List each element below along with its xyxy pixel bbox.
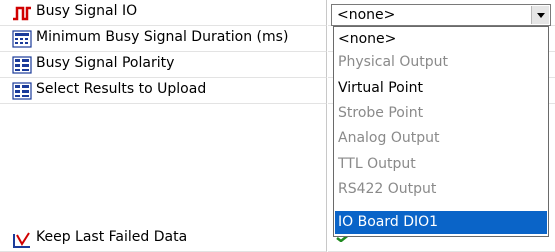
calculator-icon xyxy=(12,30,32,48)
property-label: Select Results to Upload xyxy=(36,81,207,97)
property-label: Busy Signal IO xyxy=(36,3,138,19)
list-icon xyxy=(12,56,32,74)
dropdown-option[interactable]: TTL Output xyxy=(335,153,547,176)
dropdown-option[interactable]: Analog Output xyxy=(335,127,547,150)
dropdown-option[interactable]: Strobe Point xyxy=(335,102,547,125)
pulse-icon xyxy=(13,6,31,21)
dropdown-option[interactable]: RS422 Output xyxy=(335,178,547,201)
chevron-down-icon[interactable] xyxy=(531,6,549,24)
dropdown-option[interactable]: Physical Output xyxy=(335,51,547,74)
property-label: Busy Signal Polarity xyxy=(36,55,175,71)
busy-signal-io-select[interactable]: <none> xyxy=(331,4,551,26)
dropdown-option-selected[interactable]: IO Board DIO1 xyxy=(335,211,547,234)
list-icon xyxy=(12,82,32,100)
property-label: Keep Last Failed Data xyxy=(36,229,188,245)
dropdown-list[interactable]: <none> Physical Output Virtual Point Str… xyxy=(333,26,549,237)
property-label: Minimum Busy Signal Duration (ms) xyxy=(36,29,289,45)
select-value: <none> xyxy=(337,7,396,23)
dropdown-option[interactable]: <none> xyxy=(335,28,547,51)
chart-icon xyxy=(13,232,30,248)
dropdown-option[interactable]: Virtual Point xyxy=(335,77,547,100)
